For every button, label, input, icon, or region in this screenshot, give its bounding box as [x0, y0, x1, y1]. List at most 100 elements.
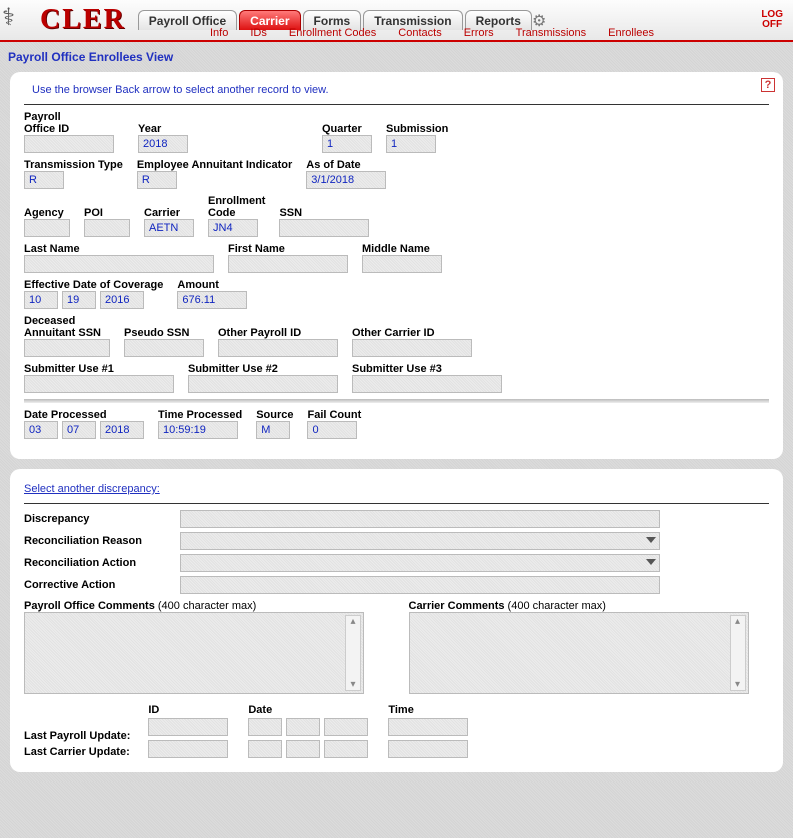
header-update-date: Date — [248, 704, 368, 716]
field-submission: 1 — [386, 135, 436, 153]
field-carrier: AETN — [144, 219, 194, 237]
field-payroll-update-id — [148, 718, 228, 736]
field-first-name — [228, 255, 348, 273]
field-enrollment-code: JN4 — [208, 219, 258, 237]
label-fail-count: Fail Count — [307, 409, 361, 421]
field-payroll-update-date-mm — [248, 718, 282, 736]
field-dp-mm: 03 — [24, 421, 58, 439]
label-carrier-comments: Carrier Comments (400 character max) — [409, 600, 770, 612]
field-discrepancy — [180, 510, 660, 528]
label-middle-name: Middle Name — [362, 243, 442, 255]
field-sub3 — [352, 375, 502, 393]
label-payroll-office-id: PayrollOffice ID — [24, 111, 124, 135]
label-time-processed: Time Processed — [158, 409, 242, 421]
textarea-po-comments[interactable]: ▴▾ — [24, 612, 364, 694]
label-as-of-date: As of Date — [306, 159, 386, 171]
field-carrier-update-date-mm — [248, 740, 282, 758]
label-deceased-ssn: DeceasedAnnuitant SSN — [24, 315, 110, 339]
field-dp-yy: 2018 — [100, 421, 144, 439]
field-middle-name — [362, 255, 442, 273]
subtab-enrollment-codes[interactable]: Enrollment Codes — [289, 27, 376, 39]
field-corrective — [180, 576, 660, 594]
field-dp-dd: 07 — [62, 421, 96, 439]
label-sub2: Submitter Use #2 — [188, 363, 338, 375]
label-recon-action: Reconciliation Action — [24, 557, 174, 569]
field-sub1 — [24, 375, 174, 393]
label-quarter: Quarter — [322, 123, 372, 135]
subtab-enrollees[interactable]: Enrollees — [608, 27, 654, 39]
field-last-name — [24, 255, 214, 273]
subtab-transmissions[interactable]: Transmissions — [516, 27, 587, 39]
field-year: 2018 — [138, 135, 188, 153]
label-last-payroll-update: Last Payroll Update: — [24, 730, 130, 742]
subtab-errors[interactable]: Errors — [464, 27, 494, 39]
label-date-processed: Date Processed — [24, 409, 144, 421]
field-time-processed: 10:59:19 — [158, 421, 238, 439]
label-other-carrier-id: Other Carrier ID — [352, 327, 472, 339]
label-recon-reason: Reconciliation Reason — [24, 535, 174, 547]
hint-text: Use the browser Back arrow to select ano… — [32, 84, 769, 96]
label-emp-ann-ind: Employee Annuitant Indicator — [137, 159, 292, 171]
field-eff-mm: 10 — [24, 291, 58, 309]
page-title: Payroll Office Enrollees View — [0, 42, 793, 68]
field-eff-yy: 2016 — [100, 291, 144, 309]
field-deceased-ssn — [24, 339, 110, 357]
label-submission: Submission — [386, 123, 448, 135]
field-ssn — [279, 219, 369, 237]
logoff-button[interactable]: LOG OFF — [761, 10, 783, 30]
field-payroll-office-id — [24, 135, 114, 153]
enrollee-panel: ? Use the browser Back arrow to select a… — [10, 72, 783, 459]
subtab-contacts[interactable]: Contacts — [398, 27, 441, 39]
field-pseudo-ssn — [124, 339, 204, 357]
select-recon-reason[interactable] — [180, 532, 660, 550]
app-header: CLER Payroll Office Carrier Forms Transm… — [0, 0, 793, 42]
field-quarter: 1 — [322, 135, 372, 153]
field-agency — [24, 219, 70, 237]
field-emp-ann-ind: R — [137, 171, 177, 189]
field-carrier-update-time — [388, 740, 468, 758]
subtab-info[interactable]: Info — [210, 27, 228, 39]
field-sub2 — [188, 375, 338, 393]
scrollbar-icon[interactable]: ▴▾ — [730, 615, 746, 691]
label-last-name: Last Name — [24, 243, 214, 255]
field-carrier-update-id — [148, 740, 228, 758]
label-pseudo-ssn: Pseudo SSN — [124, 327, 204, 339]
header-update-time: Time — [388, 704, 468, 716]
field-poi — [84, 219, 130, 237]
field-payroll-update-date-dd — [286, 718, 320, 736]
field-amount: 676.11 — [177, 291, 247, 309]
label-agency: Agency — [24, 207, 70, 219]
textarea-carrier-comments[interactable]: ▴▾ — [409, 612, 749, 694]
field-eff-dd: 19 — [62, 291, 96, 309]
field-payroll-update-time — [388, 718, 468, 736]
field-as-of-date: 3/1/2018 — [306, 171, 386, 189]
field-transmission-type: R — [24, 171, 64, 189]
help-icon[interactable]: ? — [761, 78, 775, 92]
field-carrier-update-date-dd — [286, 740, 320, 758]
label-eff-date: Effective Date of Coverage — [24, 279, 163, 291]
label-discrepancy: Discrepancy — [24, 513, 174, 525]
field-fail-count: 0 — [307, 421, 357, 439]
field-other-carrier-id — [352, 339, 472, 357]
discrepancy-panel: Select another discrepancy: Discrepancy … — [10, 469, 783, 772]
label-year: Year — [138, 123, 188, 135]
header-update-id: ID — [148, 704, 228, 716]
label-transmission-type: Transmission Type — [24, 159, 123, 171]
subtab-ids[interactable]: IDs — [250, 27, 267, 39]
select-recon-action[interactable] — [180, 554, 660, 572]
label-poi: POI — [84, 207, 130, 219]
label-last-carrier-update: Last Carrier Update: — [24, 746, 130, 758]
select-discrepancy-link[interactable]: Select another discrepancy: — [24, 483, 160, 495]
label-sub1: Submitter Use #1 — [24, 363, 174, 375]
field-payroll-update-date-yy — [324, 718, 368, 736]
sub-tabs: Info IDs Enrollment Codes Contacts Error… — [210, 27, 654, 39]
field-other-payroll-id — [218, 339, 338, 357]
label-amount: Amount — [177, 279, 247, 291]
label-sub3: Submitter Use #3 — [352, 363, 502, 375]
label-po-comments: Payroll Office Comments (400 character m… — [24, 600, 385, 612]
label-enrollment-code: EnrollmentCode — [208, 195, 265, 219]
app-logo: CLER — [40, 4, 126, 36]
label-first-name: First Name — [228, 243, 348, 255]
label-other-payroll-id: Other Payroll ID — [218, 327, 338, 339]
scrollbar-icon[interactable]: ▴▾ — [345, 615, 361, 691]
